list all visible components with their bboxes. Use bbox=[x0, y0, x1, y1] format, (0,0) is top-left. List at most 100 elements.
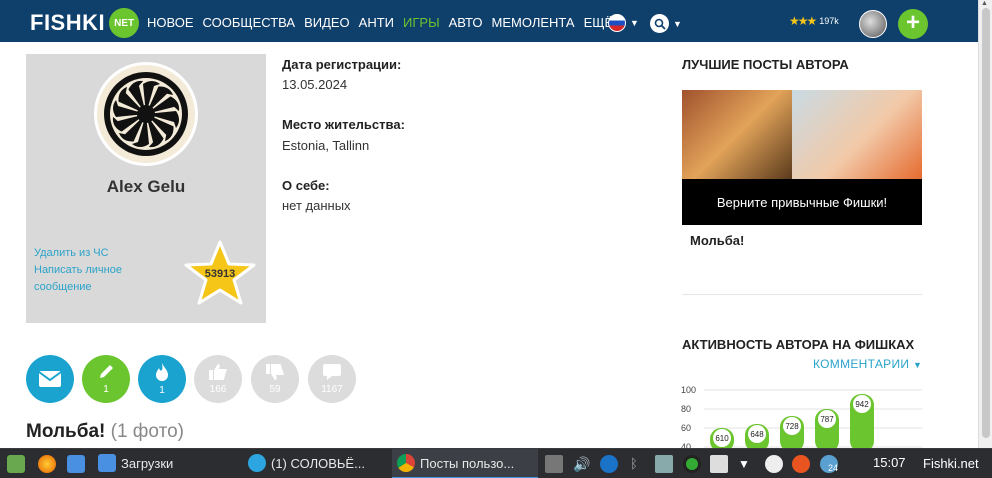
clock[interactable]: 15:07 bbox=[873, 455, 906, 470]
bar-value-label: 610 bbox=[715, 434, 729, 443]
show-desktop-launcher[interactable] bbox=[67, 449, 90, 478]
nav-item-1[interactable]: СООБЩЕСТВА bbox=[203, 15, 296, 30]
user-avatar[interactable] bbox=[859, 10, 887, 38]
nav-item-5[interactable]: АВТО bbox=[449, 15, 483, 30]
profile-card: Alex Gelu Удалить из ЧС Написать личное … bbox=[26, 54, 266, 323]
residence-value: Estonia, Tallinn bbox=[282, 138, 370, 153]
send-message-link[interactable]: Написать личное сообщение bbox=[34, 262, 144, 296]
activity-heading: АКТИВНОСТЬ АВТОРА НА ФИШКАХ bbox=[682, 337, 915, 352]
ubuntu-update-icon[interactable] bbox=[792, 455, 810, 473]
dislikes-count: 59 bbox=[269, 384, 281, 395]
hot-button[interactable]: 1 bbox=[138, 355, 186, 403]
task-chrome-label: Посты пользо... bbox=[420, 455, 515, 471]
search-dropdown[interactable]: ▼ bbox=[650, 14, 682, 33]
likes-button[interactable]: 166 bbox=[194, 355, 242, 403]
task-telegram-label: (1) СОЛОВЬЁ... bbox=[271, 455, 365, 471]
site-logo[interactable]: FISHKI NET bbox=[30, 8, 140, 38]
dislikes-button[interactable]: 59 bbox=[251, 355, 299, 403]
desktop-icon bbox=[67, 455, 85, 473]
remove-from-blacklist-link[interactable]: Удалить из ЧС bbox=[34, 245, 109, 262]
nav-item-6[interactable]: МЕМОЛЕНТА bbox=[492, 15, 575, 30]
firefox-launcher[interactable] bbox=[38, 449, 61, 478]
activity-type-dropdown[interactable]: КОММЕНТАРИИ ▼ bbox=[813, 357, 922, 371]
search-icon bbox=[650, 14, 669, 33]
activity-chart: 100806040 610 648728787942 bbox=[681, 385, 922, 448]
task-telegram[interactable]: (1) СОЛОВЬЁ... bbox=[248, 449, 388, 478]
nav-item-2[interactable]: ВИДЕО bbox=[304, 15, 350, 30]
clipboard-tray-icon[interactable] bbox=[545, 455, 563, 473]
chevron-down-icon: ▼ bbox=[630, 18, 639, 28]
hp-icon[interactable] bbox=[600, 455, 618, 473]
y-tick-label: 80 bbox=[681, 404, 691, 414]
hot-count: 1 bbox=[159, 385, 165, 396]
rating-score: 53913 bbox=[204, 268, 236, 280]
taskbar: Загрузки (1) СОЛОВЬЁ... Посты пользо... … bbox=[0, 448, 992, 478]
bar-value-label: 787 bbox=[820, 415, 834, 424]
residence-label: Место жительства: bbox=[282, 117, 405, 132]
profile-name: Alex Gelu bbox=[106, 177, 186, 196]
nav-menu: НОВОЕ СООБЩЕСТВА ВИДЕО АНТИ ИГРЫ АВТО МЕМОЛЕНТ… bbox=[147, 15, 622, 30]
registration-value: 13.05.2024 bbox=[282, 77, 348, 92]
fire-icon bbox=[156, 363, 168, 381]
task-downloads[interactable]: Загрузки bbox=[98, 449, 243, 478]
bluetooth-icon[interactable]: ᛒ bbox=[630, 455, 648, 473]
about-value: нет данных bbox=[282, 198, 351, 213]
page-scrollbar[interactable]: ▲ bbox=[978, 0, 992, 448]
chevron-down-icon: ▼ bbox=[912, 360, 923, 370]
nav-item-4[interactable]: ИГРЫ bbox=[403, 15, 440, 30]
site-watermark: Fishki.net bbox=[923, 456, 979, 471]
page-root: FISHKI NET НОВОЕ СООБЩЕСТВА ВИДЕО АНТИ ИГРЫ А… bbox=[0, 0, 992, 478]
chevron-down-icon: ▼ bbox=[673, 18, 682, 29]
notes-tray-icon[interactable] bbox=[710, 455, 728, 473]
volume-icon[interactable]: 🔊 bbox=[573, 455, 591, 473]
pencil-icon bbox=[100, 365, 113, 378]
firefox-icon bbox=[38, 455, 56, 473]
y-tick-label: 100 bbox=[681, 385, 696, 395]
profile-avatar bbox=[94, 62, 198, 166]
chrome-icon bbox=[397, 454, 415, 472]
bar-value-label: 942 bbox=[855, 400, 869, 409]
comment-icon bbox=[323, 364, 341, 380]
sidebar-divider bbox=[682, 294, 922, 295]
nav-item-3[interactable]: АНТИ bbox=[359, 15, 394, 30]
message-button[interactable] bbox=[26, 355, 74, 403]
scroll-up-icon[interactable]: ▲ bbox=[981, 0, 988, 7]
user-rating[interactable]: ★★★ 197k bbox=[789, 14, 839, 28]
folder-icon bbox=[98, 454, 116, 472]
thumbs-up-icon bbox=[209, 364, 227, 380]
nav-item-0[interactable]: НОВОЕ bbox=[147, 15, 194, 30]
posts-count: 1 bbox=[103, 384, 109, 395]
best-post-image[interactable]: Верните привычные Фишки! bbox=[682, 90, 922, 225]
post-title[interactable]: Мольба! (1 фото) bbox=[26, 421, 184, 443]
wifi-icon[interactable]: ▼ bbox=[738, 455, 756, 473]
sync-tray-icon[interactable] bbox=[765, 455, 783, 473]
posts-button[interactable]: 1 bbox=[82, 355, 130, 403]
rating-value: 197k bbox=[819, 16, 839, 26]
task-chrome[interactable]: Посты пользо... bbox=[392, 449, 538, 478]
updates-tray-icon[interactable]: 24 bbox=[820, 455, 838, 473]
status-tray-icon[interactable] bbox=[683, 455, 701, 473]
likes-count: 166 bbox=[209, 384, 227, 395]
cat-picture bbox=[682, 90, 792, 179]
task-downloads-label: Загрузки bbox=[121, 455, 174, 471]
comments-button[interactable]: 1167 bbox=[308, 355, 356, 403]
best-posts-heading: ЛУЧШИЕ ПОСТЫ АВТОРА bbox=[682, 57, 849, 72]
add-post-button[interactable]: + bbox=[898, 9, 928, 39]
registration-label: Дата регистрации: bbox=[282, 57, 402, 72]
logo-badge: NET bbox=[109, 8, 140, 38]
best-post-title[interactable]: Мольба! bbox=[690, 233, 744, 248]
about-label: О себе: bbox=[282, 178, 330, 193]
logo-text: FISHKI bbox=[30, 10, 106, 35]
bar-value-label: 728 bbox=[785, 422, 799, 431]
bar-value-label: 648 bbox=[750, 430, 764, 439]
envelope-icon bbox=[38, 371, 62, 387]
notification-tray-icon[interactable] bbox=[655, 455, 673, 473]
app-menu-icon bbox=[7, 455, 25, 473]
app-menu-button[interactable] bbox=[7, 449, 30, 478]
updates-badge: 24 bbox=[827, 463, 838, 473]
scroll-thumb[interactable] bbox=[982, 8, 990, 438]
language-dropdown[interactable]: ▼ bbox=[608, 14, 639, 32]
post-title-text: Мольба! bbox=[26, 421, 106, 442]
thumbs-down-icon bbox=[266, 364, 284, 380]
image-caption: Верните привычные Фишки! bbox=[716, 194, 888, 210]
